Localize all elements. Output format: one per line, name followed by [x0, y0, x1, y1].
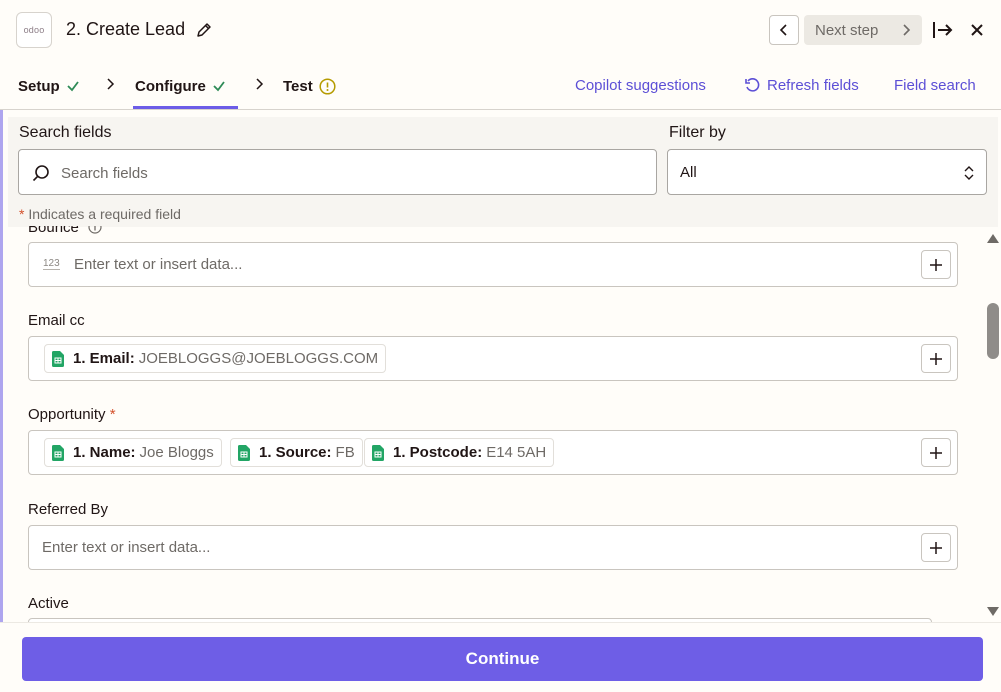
chevron-left-icon	[779, 24, 787, 36]
tab-test[interactable]: Test	[283, 76, 336, 96]
step-title[interactable]: 2. Create Lead	[66, 19, 185, 40]
tab-test-label: Test	[283, 77, 313, 95]
required-star: *	[19, 206, 25, 222]
active-label: Active	[28, 595, 69, 612]
insert-data-button[interactable]	[921, 344, 951, 373]
pencil-icon[interactable]	[196, 22, 212, 38]
tab-configure[interactable]: Configure	[135, 76, 226, 96]
footer: Continue	[0, 622, 1001, 692]
pill-value: FB	[335, 444, 355, 461]
opportunity-label: Opportunity *	[28, 406, 116, 423]
required-field-note-overlay: * Indicates a required field	[19, 206, 181, 222]
app-logo-text: odoo	[23, 25, 45, 35]
pill-value: JOEBLOGGS@JOEBLOGGS.COM	[138, 350, 379, 367]
insert-data-button[interactable]	[921, 250, 951, 279]
chevron-right-icon	[107, 78, 115, 90]
plus-icon	[930, 541, 942, 554]
chevron-right-icon	[903, 24, 911, 36]
pill-key: 1. Postcode:	[393, 444, 483, 461]
refresh-fields-label: Refresh fields	[767, 77, 859, 94]
search-fields-input[interactable]	[61, 162, 641, 184]
pill-key: 1. Email:	[73, 350, 135, 367]
tab-setup[interactable]: Setup	[18, 76, 80, 96]
search-icon	[32, 165, 49, 182]
opportunity-field[interactable]: 1. Name: Joe Bloggs 1. Source: FB 1. Pos…	[28, 430, 958, 475]
active-tab-indicator	[133, 106, 238, 109]
continue-button[interactable]: Continue	[22, 637, 983, 681]
pill-key: 1. Source:	[259, 444, 332, 461]
expand-panel-icon[interactable]	[931, 19, 955, 41]
data-pill[interactable]: 1. Postcode: E14 5AH	[364, 438, 555, 467]
pill-value: Joe Bloggs	[139, 444, 214, 461]
odoo-app-logo: odoo	[16, 12, 52, 48]
google-sheets-icon	[372, 444, 384, 461]
insert-data-button[interactable]	[921, 533, 951, 562]
bounce-field[interactable]: 123 Enter text or insert data...	[28, 242, 958, 287]
number-type-icon: 123	[43, 258, 60, 270]
search-fields-label-overlay: Search fields	[19, 124, 112, 141]
refresh-fields-link[interactable]: Refresh fields	[744, 77, 859, 94]
check-icon	[213, 81, 225, 92]
scrollbar-thumb[interactable]	[987, 303, 999, 359]
bounce-placeholder: Enter text or insert data...	[74, 256, 243, 273]
plus-icon	[930, 352, 942, 365]
warning-icon	[319, 77, 336, 95]
referred-by-label: Referred By	[28, 501, 109, 518]
pill-key: 1. Name:	[73, 444, 136, 461]
search-fields-box-overlay[interactable]	[18, 149, 657, 195]
opportunity-label-text: Opportunity	[28, 406, 106, 423]
google-sheets-icon	[52, 350, 64, 367]
plus-icon	[930, 446, 942, 459]
required-star: *	[109, 406, 116, 423]
previous-step-button[interactable]	[769, 15, 799, 45]
pill-value: E14 5AH	[486, 444, 547, 461]
plus-icon	[930, 258, 942, 271]
refresh-icon	[745, 78, 760, 92]
google-sheets-icon	[238, 444, 250, 461]
field-search-link[interactable]: Field search	[894, 77, 976, 94]
filter-by-value: All	[680, 164, 697, 181]
check-icon	[67, 81, 79, 92]
referred-by-placeholder: Enter text or insert data...	[42, 539, 211, 556]
scroll-up-arrow-icon[interactable]	[986, 232, 1000, 244]
next-step-label: Next step	[815, 21, 879, 39]
close-icon[interactable]	[969, 22, 985, 38]
data-pill[interactable]: 1. Name: Joe Bloggs	[44, 438, 222, 467]
tab-setup-label: Setup	[18, 77, 60, 95]
copilot-suggestions-link[interactable]: Copilot suggestions	[575, 77, 706, 94]
next-step-button[interactable]: Next step	[804, 15, 922, 45]
referred-by-field[interactable]: Enter text or insert data...	[28, 525, 958, 570]
scroll-down-arrow-icon[interactable]	[986, 606, 1000, 618]
email-cc-label: Email cc	[28, 312, 85, 329]
tab-configure-label: Configure	[135, 77, 206, 95]
data-pill[interactable]: 1. Email: JOEBLOGGS@JOEBLOGGS.COM	[44, 344, 387, 373]
required-note-text: Indicates a required field	[28, 206, 181, 222]
google-sheets-icon	[52, 444, 64, 461]
chevron-right-icon	[256, 78, 264, 90]
step-header: odoo 2. Create Lead Next step	[0, 0, 1001, 62]
insert-data-button[interactable]	[921, 438, 951, 467]
data-pill[interactable]: 1. Source: FB	[230, 438, 363, 467]
email-cc-field[interactable]: 1. Email: JOEBLOGGS@JOEBLOGGS.COM	[28, 336, 958, 381]
filter-by-select-overlay[interactable]: All	[667, 149, 987, 195]
select-updown-icon	[964, 166, 974, 180]
step-tabs: Setup Configure Test Copilot suggestions…	[0, 62, 1001, 110]
filter-by-label-overlay: Filter by	[669, 124, 726, 141]
